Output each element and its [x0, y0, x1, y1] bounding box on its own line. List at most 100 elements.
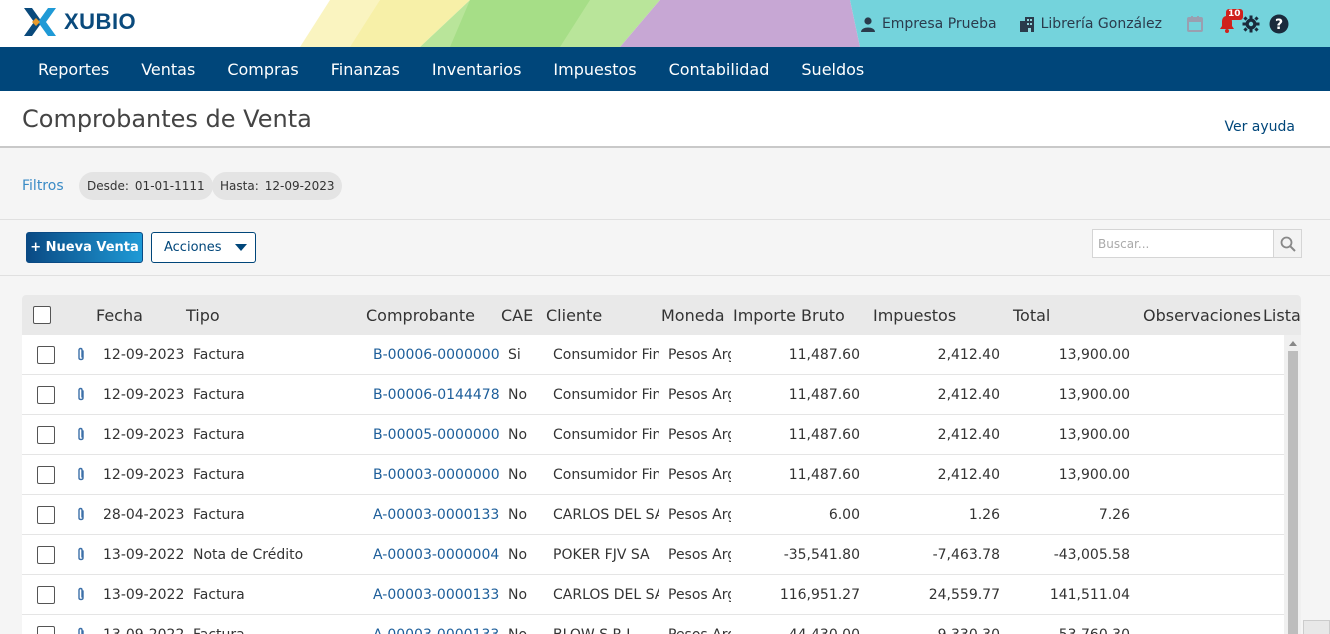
cell-moneda: Pesos Argentinos: [668, 467, 731, 483]
row-checkbox[interactable]: [37, 586, 55, 604]
column-header-tipo[interactable]: Tipo: [186, 306, 220, 325]
scroll-up-icon[interactable]: [1289, 341, 1297, 346]
cell-cliente: Consumidor Final: [553, 387, 659, 403]
table-row[interactable]: 13-09-2022 Factura A-00003-00001336 No C…: [22, 575, 1284, 615]
cell-comprobante[interactable]: A-00003-00001337: [373, 507, 499, 523]
actions-dropdown[interactable]: Acciones: [151, 232, 256, 263]
help-button[interactable]: ?: [1268, 13, 1290, 35]
cell-total: 13,900.00: [1058, 387, 1130, 403]
column-header-impuestos[interactable]: Impuestos: [873, 306, 956, 325]
nav-item-sueldos[interactable]: Sueldos: [785, 60, 880, 79]
table-row[interactable]: 12-09-2023 Factura B-00003-00000001 No C…: [22, 455, 1284, 495]
cell-fecha: 13-09-2022: [103, 627, 191, 634]
column-header-moneda[interactable]: Moneda: [661, 306, 725, 325]
column-header-total[interactable]: Total: [1013, 306, 1050, 325]
nav-item-contabilidad[interactable]: Contabilidad: [653, 60, 786, 79]
attachment-icon[interactable]: [75, 547, 87, 567]
row-checkbox[interactable]: [37, 386, 55, 404]
cell-impuestos: 1.26: [968, 507, 1000, 523]
cell-importe-bruto: 11,487.60: [788, 347, 860, 363]
table-row[interactable]: 13-09-2022 Factura A-00003-00001335 No B…: [22, 615, 1284, 634]
nav-item-compras[interactable]: Compras: [211, 60, 314, 79]
nav-item-reportes[interactable]: Reportes: [22, 60, 125, 79]
nav-item-impuestos[interactable]: Impuestos: [537, 60, 652, 79]
attachment-icon[interactable]: [75, 347, 87, 367]
row-checkbox[interactable]: [37, 626, 55, 634]
cell-cae: No: [508, 587, 528, 603]
building-icon: [1019, 16, 1034, 32]
cell-total: 13,900.00: [1058, 427, 1130, 443]
row-checkbox[interactable]: [37, 466, 55, 484]
settings-button[interactable]: [1240, 13, 1262, 35]
attachment-icon[interactable]: [75, 587, 87, 607]
table-row[interactable]: 13-09-2022 Nota de Crédito A-00003-00000…: [22, 535, 1284, 575]
cell-cliente: CARLOS DEL SANTO: [553, 507, 659, 523]
cell-impuestos: 2,412.40: [937, 387, 1000, 403]
cell-total: 13,900.00: [1058, 347, 1130, 363]
column-header-cae[interactable]: CAE: [501, 306, 533, 325]
help-link[interactable]: Ver ayuda: [1224, 119, 1295, 135]
cell-importe-bruto: 11,487.60: [788, 427, 860, 443]
page-title: Comprobantes de Venta: [22, 105, 312, 133]
corner-handle[interactable]: [1303, 620, 1330, 634]
table-row[interactable]: 12-09-2023 Factura B-00005-00000001 No C…: [22, 415, 1284, 455]
table-scrollbar[interactable]: [1284, 335, 1301, 634]
table-row[interactable]: 12-09-2023 Factura B-00006-00000003 Si C…: [22, 335, 1284, 375]
cell-cae: No: [508, 627, 548, 634]
cell-cliente: BLOW S.R.L.: [553, 627, 659, 634]
caret-down-icon: [235, 244, 247, 251]
column-header-observaciones[interactable]: Observaciones: [1143, 306, 1261, 325]
cell-importe-bruto: 44,430.00: [737, 627, 860, 634]
filter-chip-to[interactable]: Hasta: 12-09-2023: [212, 172, 343, 200]
row-checkbox[interactable]: [37, 506, 55, 524]
cell-importe-bruto: 6.00: [828, 507, 860, 523]
search-button[interactable]: [1273, 230, 1301, 257]
column-header-cliente[interactable]: Cliente: [546, 306, 602, 325]
cell-comprobante[interactable]: A-00003-00001336: [373, 587, 499, 603]
row-checkbox[interactable]: [37, 346, 55, 364]
attachment-icon[interactable]: [75, 427, 87, 447]
attachment-icon[interactable]: [75, 467, 87, 487]
cell-comprobante[interactable]: A-00003-00001335: [373, 627, 499, 634]
column-header-comprobante[interactable]: Comprobante: [366, 306, 475, 325]
logo-icon: [24, 8, 56, 36]
column-header-fecha[interactable]: Fecha: [96, 306, 143, 325]
cell-moneda: Pesos Argentinos: [668, 547, 731, 563]
filter-chip-from[interactable]: Desde: 01-01-1111: [79, 172, 213, 200]
cell-fecha: 13-09-2022: [103, 547, 185, 563]
cell-fecha: 12-09-2023: [103, 347, 185, 363]
table-row[interactable]: 28-04-2023 Factura A-00003-00001337 No C…: [22, 495, 1284, 535]
attachment-icon[interactable]: [75, 387, 87, 407]
nav-item-inventarios[interactable]: Inventarios: [416, 60, 538, 79]
new-sale-button[interactable]: + Nueva Venta: [26, 232, 143, 263]
row-checkbox[interactable]: [37, 426, 55, 444]
row-checkbox[interactable]: [37, 546, 55, 564]
store-selector[interactable]: Librería González: [1019, 16, 1162, 32]
attachment-icon[interactable]: [75, 507, 87, 527]
select-all-checkbox[interactable]: [33, 306, 51, 324]
column-header-importe-bruto[interactable]: Importe Bruto: [733, 306, 845, 325]
column-header-lista[interactable]: Lista: [1263, 306, 1301, 325]
cell-comprobante[interactable]: B-00006-00000003: [373, 347, 499, 363]
nav-item-ventas[interactable]: Ventas: [125, 60, 211, 79]
calendar-button[interactable]: [1184, 13, 1206, 35]
attachment-icon[interactable]: [75, 627, 87, 634]
search-input[interactable]: [1093, 230, 1273, 257]
cell-moneda: Pesos Argentinos: [668, 507, 731, 523]
nav-item-finanzas[interactable]: Finanzas: [315, 60, 416, 79]
top-bar: XUBIO Empresa Prueba Librería González 1…: [0, 0, 1330, 47]
cell-comprobante[interactable]: B-00003-00000001: [373, 467, 499, 483]
cell-comprobante[interactable]: B-00005-00000001: [373, 427, 499, 443]
xubio-logo[interactable]: XUBIO: [22, 4, 136, 40]
cell-comprobante[interactable]: B-00006-01444788: [373, 387, 499, 403]
cell-cae: Si: [508, 347, 521, 363]
company-selector[interactable]: Empresa Prueba: [860, 16, 997, 32]
cell-comprobante[interactable]: A-00003-00000040: [373, 547, 499, 563]
cell-total: 53,760.30: [1007, 627, 1130, 634]
scrollbar-thumb[interactable]: [1288, 351, 1298, 634]
filters-toggle[interactable]: Filtros: [22, 178, 64, 194]
cell-tipo: Factura: [193, 387, 245, 403]
notifications-button[interactable]: 10: [1216, 8, 1243, 35]
table-row[interactable]: 12-09-2023 Factura B-00006-01444788 No C…: [22, 375, 1284, 415]
cell-importe-bruto: 11,487.60: [788, 387, 860, 403]
